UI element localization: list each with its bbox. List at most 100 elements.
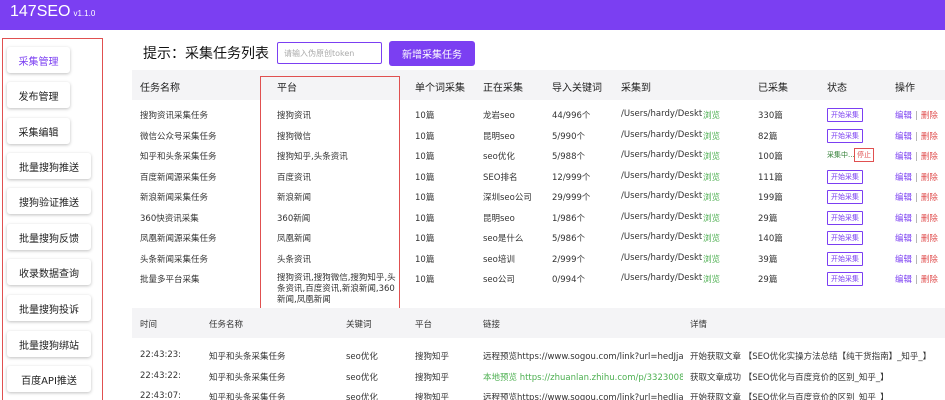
start-collect-button[interactable]: 开始采集: [827, 169, 863, 184]
save-path-cell: /Users/hardy/Deskt...: [621, 109, 703, 119]
save-path-cell: /Users/hardy/Deskt...: [621, 211, 703, 222]
sidebar-item[interactable]: 采集管理: [7, 47, 70, 73]
per-word-cell: 10篇: [415, 172, 435, 183]
browse-link[interactable]: 浏览: [703, 212, 720, 224]
delete-link[interactable]: 删除: [921, 193, 938, 203]
row-actions: 编辑 | 删除: [895, 212, 938, 224]
platform-cell: 搜狗知乎,头条资讯: [277, 152, 348, 162]
browse-link[interactable]: 浏览: [703, 171, 720, 183]
row-actions: 编辑 | 删除: [895, 171, 938, 183]
log-detail-cell: 开始获取文章 【SEO优化与百度竞价的区别_知乎_】: [690, 393, 889, 400]
log-platform-cell: 搜狗知乎: [415, 372, 450, 383]
sidebar-item[interactable]: 采集编辑: [7, 118, 70, 144]
delete-link[interactable]: 删除: [921, 111, 938, 121]
log-column-header: 链接: [483, 320, 501, 330]
table-row: 百度新闻源采集任务 百度资讯 10篇 SEO排名 12/999个/Users/hardy…: [132, 167, 945, 187]
browse-link[interactable]: 浏览: [703, 273, 720, 285]
token-input[interactable]: [277, 42, 382, 64]
sidebar-item[interactable]: 发布管理: [7, 82, 70, 108]
column-header: 任务名称: [140, 83, 180, 94]
log-link-cell[interactable]: 远程预览https://www.sogou.com/link?url=hedJj…: [483, 391, 683, 400]
start-collect-button[interactable]: 开始采集: [827, 231, 863, 245]
edit-link[interactable]: 编辑: [895, 111, 912, 121]
save-path-cell: /Users/hardy/Deskt...: [621, 129, 703, 140]
sidebar-item[interactable]: 批量搜狗绑站: [7, 331, 91, 357]
delete-link[interactable]: 删除: [921, 214, 938, 224]
delete-link[interactable]: 删除: [921, 234, 938, 244]
delete-link[interactable]: 删除: [921, 255, 938, 265]
stop-button[interactable]: 停止: [854, 148, 874, 162]
platform-cell: 新浪新闻: [277, 193, 312, 203]
column-header: 导入关键词: [552, 83, 602, 94]
log-task-cell: 知乎和头条采集任务: [209, 393, 286, 400]
log-row: 22:43:23: 知乎和头条采集任务 seo优化 搜狗知乎 远程预览https://w…: [132, 346, 945, 366]
sidebar-item[interactable]: 百度API推送: [7, 366, 91, 392]
browse-link[interactable]: 浏览: [703, 150, 720, 162]
keywords-progress-cell: 0/994个: [552, 275, 585, 285]
task-name-cell: 批量多平台采集: [140, 275, 200, 285]
task-name-cell: 微信公众号采集任务: [140, 131, 217, 142]
browse-link[interactable]: 浏览: [703, 191, 720, 203]
keywords-progress-cell: 29/999个: [552, 193, 591, 203]
app-name: 147SEO: [10, 3, 71, 20]
column-header: 已采集: [758, 83, 788, 94]
start-collect-button[interactable]: 开始采集: [827, 190, 863, 204]
log-row: 22:43:22: 知乎和头条采集任务 seo优化 搜狗知乎 本地预览 https://…: [132, 367, 945, 387]
add-task-button[interactable]: 新增采集任务: [389, 40, 475, 66]
start-collect-button[interactable]: 开始采集: [827, 272, 863, 286]
sidebar-item[interactable]: 收录数据查询: [7, 259, 91, 285]
delete-link[interactable]: 删除: [921, 275, 938, 285]
edit-link[interactable]: 编辑: [895, 234, 912, 244]
delete-link[interactable]: 删除: [921, 173, 938, 183]
start-collect-button[interactable]: 开始采集: [827, 108, 863, 122]
log-link-cell[interactable]: 本地预览 https://zhuanlan.zhihu.com/p/332300…: [483, 371, 683, 383]
delete-link[interactable]: 删除: [921, 132, 938, 142]
save-path-cell: /Users/hardy/Deskt...: [621, 150, 703, 160]
start-collect-button[interactable]: 开始采集: [827, 128, 863, 143]
start-collect-button[interactable]: 开始采集: [827, 210, 863, 225]
log-row: 22:43:07: 知乎和头条采集任务 seo优化 搜狗知乎 远程预览https://w…: [132, 387, 945, 400]
edit-link[interactable]: 编辑: [895, 173, 912, 183]
sidebar-item[interactable]: 批量搜狗投诉: [7, 295, 91, 321]
per-word-cell: 10篇: [415, 254, 435, 265]
edit-link[interactable]: 编辑: [895, 152, 912, 162]
start-collect-button[interactable]: 开始采集: [827, 251, 863, 266]
task-name-cell: 360快资讯采集: [140, 213, 199, 224]
browse-link[interactable]: 浏览: [703, 232, 720, 244]
collected-count-cell: 29篇: [758, 275, 778, 285]
current-keyword-cell: seo公司: [483, 275, 515, 285]
log-time-cell: 22:43:22:: [140, 370, 182, 381]
collected-count-cell: 29篇: [758, 213, 778, 224]
edit-link[interactable]: 编辑: [895, 132, 912, 142]
log-task-cell: 知乎和头条采集任务: [209, 352, 286, 362]
action-separator: |: [915, 172, 918, 183]
platform-cell: 搜狗资讯: [277, 111, 312, 121]
browse-link[interactable]: 浏览: [703, 109, 720, 121]
edit-link[interactable]: 编辑: [895, 193, 912, 203]
log-time-cell: 22:43:07:: [140, 391, 182, 400]
log-keyword-cell: seo优化: [346, 393, 378, 400]
collected-count-cell: 111篇: [758, 172, 783, 183]
keywords-progress-cell: 44/996个: [552, 111, 591, 121]
log-column-header: 关键词: [346, 320, 372, 330]
save-path-cell: /Users/hardy/Deskt...: [621, 252, 703, 263]
table-row: 360快资讯采集 360新闻 10篇 昆明seo 1/986个/Users/hardy/…: [132, 208, 945, 228]
save-path-cell: /Users/hardy/Deskt...: [621, 232, 703, 242]
delete-link[interactable]: 删除: [921, 152, 938, 162]
log-column-header: 时间: [140, 320, 158, 330]
current-keyword-cell: SEO排名: [483, 172, 518, 183]
edit-link[interactable]: 编辑: [895, 255, 912, 265]
log-column-header: 平台: [415, 320, 433, 330]
sidebar-item[interactable]: 批量搜狗反馈: [7, 224, 91, 250]
sidebar-item[interactable]: 搜狗验证推送: [7, 188, 91, 214]
edit-link[interactable]: 编辑: [895, 214, 912, 224]
browse-link[interactable]: 浏览: [703, 253, 720, 265]
log-keyword-cell: seo优化: [346, 352, 378, 362]
sidebar-item[interactable]: 批量搜狗推送: [7, 153, 91, 179]
table-row: 搜狗资讯采集任务 搜狗资讯 10篇 龙岩seo 44/996个/Users/hardy/…: [132, 105, 945, 125]
current-keyword-cell: 深圳seo公司: [483, 193, 532, 203]
log-table-header: 时间 任务名称 关键词 平台 链接 详情: [132, 308, 945, 338]
edit-link[interactable]: 编辑: [895, 275, 912, 285]
log-link-cell[interactable]: 远程预览https://www.sogou.com/link?url=hedJj…: [483, 350, 683, 362]
browse-link[interactable]: 浏览: [703, 130, 720, 142]
